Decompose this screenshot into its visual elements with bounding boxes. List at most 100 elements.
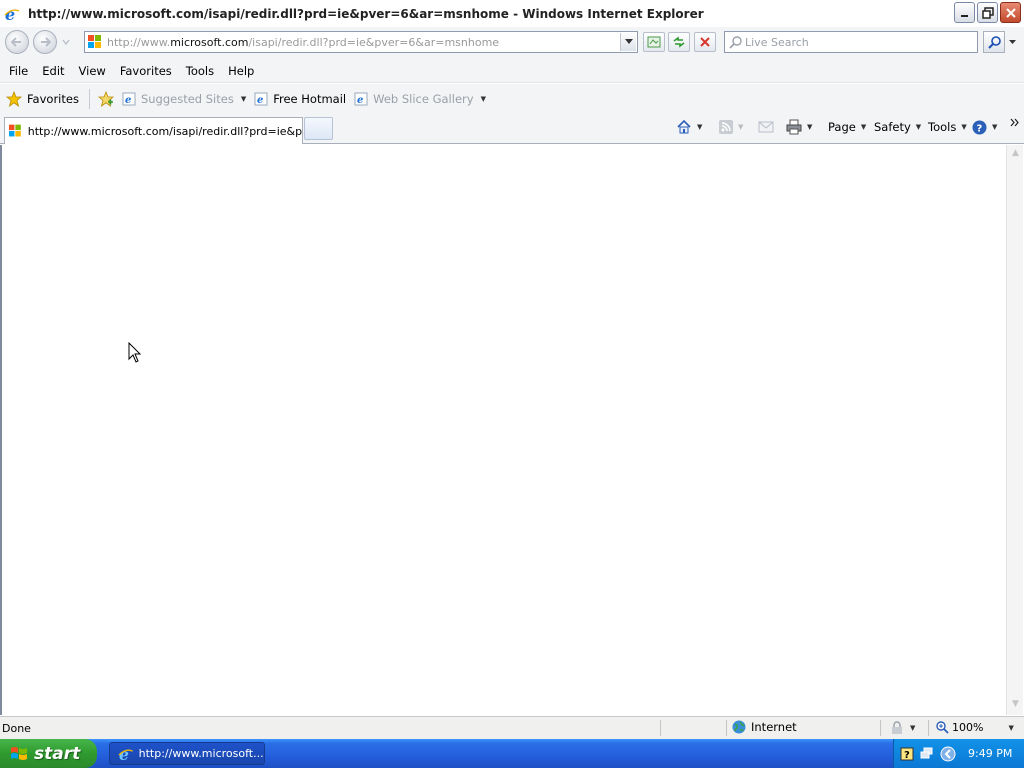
safety-menu-button[interactable]: Safety ▼ xyxy=(874,118,921,136)
zoom-magnifier-icon xyxy=(936,721,949,734)
chevron-down-icon[interactable]: ▼ xyxy=(697,123,702,131)
scroll-down-arrow-icon[interactable]: ▼ xyxy=(1009,699,1022,712)
chevron-down-icon: ▼ xyxy=(1008,723,1014,732)
vertical-scrollbar[interactable]: ▲ ▼ xyxy=(1006,145,1023,715)
status-divider xyxy=(880,720,881,736)
help-button[interactable]: ? ▼ xyxy=(972,118,997,136)
network-tray-icon[interactable] xyxy=(920,747,934,761)
chevron-down-icon[interactable]: ▼ xyxy=(807,123,812,131)
compatibility-view-button[interactable] xyxy=(643,32,665,52)
recent-pages-dropdown-icon[interactable] xyxy=(61,37,71,47)
tab-active[interactable]: http://www.microsoft.com/isapi/redir.dll… xyxy=(4,117,303,144)
refresh-button[interactable] xyxy=(668,32,690,52)
taskbar-item-label: http://www.microsoft.... xyxy=(138,747,264,760)
svg-text:?: ? xyxy=(977,123,983,134)
close-button[interactable] xyxy=(1000,2,1021,23)
add-favorite-star-icon xyxy=(97,90,114,107)
menu-view[interactable]: View xyxy=(72,64,113,78)
back-arrow-tray-icon[interactable] xyxy=(940,746,956,762)
minimize-button[interactable] xyxy=(954,2,975,23)
scroll-up-arrow-icon[interactable]: ▲ xyxy=(1009,148,1022,161)
taskbar: start e http://www.microsoft.... ? 9:49 … xyxy=(0,739,1024,768)
stop-button[interactable] xyxy=(694,32,716,52)
chevron-down-icon xyxy=(1009,39,1016,44)
web-slice-gallery-label: Web Slice Gallery xyxy=(373,91,474,106)
chevron-down-icon: ▼ xyxy=(961,123,967,131)
menu-file[interactable]: File xyxy=(2,64,35,78)
address-dropdown-button[interactable] xyxy=(620,33,636,51)
start-label: start xyxy=(34,743,81,764)
chevron-down-icon xyxy=(624,39,633,44)
search-go-button[interactable] xyxy=(983,31,1005,53)
favorites-bar: Favorites e Suggested Sites ▼ e Free Hot… xyxy=(0,84,1024,113)
print-button[interactable]: ▼ xyxy=(786,118,812,136)
status-divider xyxy=(660,720,661,736)
chevron-down-icon: ▼ xyxy=(738,123,744,131)
add-to-favorites-bar-button[interactable] xyxy=(94,87,118,111)
address-url: http://www.microsoft.com/isapi/redir.dll… xyxy=(107,35,500,49)
restore-icon xyxy=(981,6,994,19)
search-input[interactable]: Live Search xyxy=(724,31,978,53)
system-tray: ? 9:49 PM xyxy=(893,739,1024,768)
new-tab-button[interactable] xyxy=(304,117,333,140)
search-options-dropdown[interactable] xyxy=(1006,31,1019,53)
globe-icon xyxy=(732,720,746,734)
status-divider xyxy=(928,720,929,736)
taskbar-item-internet-explorer[interactable]: e http://www.microsoft.... xyxy=(109,742,265,765)
rss-feed-icon xyxy=(719,120,733,134)
toolbar-overflow-button[interactable] xyxy=(1010,113,1019,131)
favorites-button[interactable]: Favorites xyxy=(0,87,85,111)
back-arrow-icon xyxy=(10,37,21,47)
svg-text:e: e xyxy=(125,95,131,106)
svg-text:?: ? xyxy=(904,750,910,761)
ie-logo-icon: e xyxy=(4,6,20,22)
status-divider xyxy=(726,720,727,736)
page-menu-label: Page xyxy=(828,120,856,134)
menu-edit[interactable]: Edit xyxy=(35,64,71,78)
stop-icon xyxy=(700,37,710,47)
read-mail-button[interactable] xyxy=(758,118,774,136)
menu-tools[interactable]: Tools xyxy=(179,64,221,78)
restore-button[interactable] xyxy=(977,2,998,23)
clock: 9:49 PM xyxy=(968,747,1013,760)
address-bar[interactable]: http://www.microsoft.com/isapi/redir.dll… xyxy=(84,31,638,53)
zoom-control[interactable]: 100% ▼ xyxy=(936,721,1014,734)
page-content[interactable] xyxy=(0,145,1006,715)
search-icon xyxy=(729,36,742,49)
microsoft-logo-icon xyxy=(88,35,101,48)
start-button[interactable]: start xyxy=(0,739,97,768)
favorites-label: Favorites xyxy=(27,91,79,106)
menu-help[interactable]: Help xyxy=(221,64,261,78)
security-zone[interactable]: Internet xyxy=(732,720,797,734)
search-placeholder: Live Search xyxy=(745,35,809,49)
page-menu-button[interactable]: Page ▼ xyxy=(828,118,866,136)
help-tray-icon[interactable]: ? xyxy=(900,747,914,761)
feeds-button[interactable]: ▼ xyxy=(719,118,743,136)
tools-menu-button[interactable]: Tools ▼ xyxy=(928,118,967,136)
protected-mode-indicator[interactable]: ▼ xyxy=(890,721,915,735)
tools-menu-label: Tools xyxy=(928,120,957,134)
ie-page-icon: e xyxy=(354,92,368,106)
help-icon: ? xyxy=(972,120,987,134)
mail-icon xyxy=(758,121,774,133)
forward-arrow-icon xyxy=(41,37,52,47)
zoom-level: 100% xyxy=(952,721,984,734)
chevron-down-icon: ▼ xyxy=(910,724,916,732)
favbar-item-free-hotmail[interactable]: e Free Hotmail xyxy=(250,87,350,111)
favorites-star-icon xyxy=(6,90,22,107)
suggested-sites-label: Suggested Sites xyxy=(140,91,234,106)
compatibility-view-icon xyxy=(647,36,661,48)
window-title: http://www.microsoft.com/isapi/redir.dll… xyxy=(28,6,704,21)
ie-logo-icon: e xyxy=(118,746,133,762)
menu-favorites[interactable]: Favorites xyxy=(113,64,179,78)
title-bar[interactable]: e http://www.microsoft.com/isapi/redir.d… xyxy=(0,0,1024,27)
forward-button[interactable] xyxy=(33,30,57,54)
chevron-down-icon: ▼ xyxy=(240,94,247,103)
home-button[interactable]: ▼ xyxy=(676,118,702,136)
favbar-item-suggested-sites[interactable]: e Suggested Sites ▼ xyxy=(118,87,250,111)
safety-menu-label: Safety xyxy=(874,120,911,134)
back-button[interactable] xyxy=(5,30,29,54)
favorites-separator xyxy=(88,88,90,109)
close-icon xyxy=(1005,7,1016,18)
favbar-item-web-slice-gallery[interactable]: e Web Slice Gallery ▼ xyxy=(350,87,490,111)
